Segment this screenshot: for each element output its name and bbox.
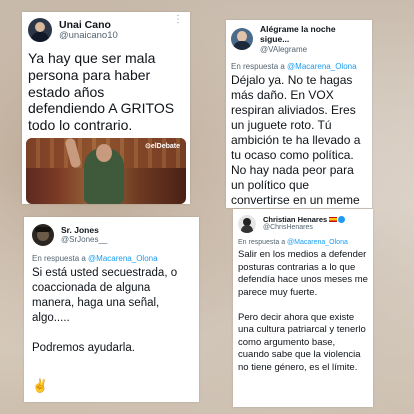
tweet-card-alegrame[interactable]: Alégrame la noche sigue... @VAlegrame En… — [226, 20, 372, 208]
display-name[interactable]: Christian Henares — [263, 215, 327, 224]
reply-context: En respuesta a @Macarena_Olona — [238, 239, 348, 246]
spain-flag-icon — [329, 217, 338, 223]
tweet-text: Ya hay que ser mala persona para haber e… — [28, 50, 175, 134]
user-handle[interactable]: @SrJones__ — [61, 235, 107, 244]
verified-badge-icon — [338, 216, 346, 224]
avatar[interactable] — [32, 224, 54, 246]
tweet-text: Déjalo ya. No te hagas más daño. En VOX … — [231, 72, 361, 208]
reply-context: En respuesta a @Macarena_Olona — [32, 254, 158, 263]
display-name[interactable]: Sr. Jones — [61, 225, 107, 236]
reply-mention-link[interactable]: @Macarena_Olona — [287, 239, 348, 246]
avatar[interactable] — [231, 28, 253, 51]
tweet-card-unai-cano[interactable]: Unai Cano @unaicano10 ⋮ Ya hay que ser m… — [22, 12, 190, 204]
reply-context: En respuesta a @Macarena_Olona — [231, 61, 357, 71]
tweet-text: Si está usted secuestrada, o coaccionada… — [32, 267, 178, 354]
user-handle[interactable]: @VAlegrame — [260, 45, 367, 54]
user-handle[interactable]: @unaicano10 — [59, 30, 118, 42]
hand-emoji: ✌ — [32, 378, 49, 393]
tweet-header: Sr. Jones @SrJones__ — [24, 217, 199, 246]
display-name[interactable]: Alégrame la noche sigue... — [260, 24, 367, 45]
tweet-header: Christian Henares @ChrisHenares — [233, 209, 373, 233]
user-handle[interactable]: @ChrisHenares — [263, 224, 345, 232]
media-logo: ⊙elDebate — [144, 143, 180, 150]
tweet-header: Alégrame la noche sigue... @VAlegrame — [226, 20, 372, 54]
tweet-media-image[interactable]: ⊙elDebate — [26, 138, 186, 204]
reply-mention-link[interactable]: @Macarena_Olona — [287, 62, 357, 71]
tweet-card-sr-jones[interactable]: Sr. Jones @SrJones__ En respuesta a @Mac… — [24, 217, 199, 402]
avatar[interactable] — [238, 215, 256, 233]
avatar[interactable] — [28, 18, 52, 42]
reply-mention-link[interactable]: @Macarena_Olona — [88, 254, 158, 263]
display-name[interactable]: Unai Cano — [59, 19, 118, 31]
more-icon[interactable]: ⋮ — [173, 14, 184, 25]
tweet-header: Unai Cano @unaicano10 ⋮ — [22, 12, 190, 42]
tweet-text: Salir en los medios a defender posturas … — [238, 249, 368, 373]
tweet-card-christian-henares[interactable]: Christian Henares @ChrisHenares En respu… — [233, 209, 373, 407]
